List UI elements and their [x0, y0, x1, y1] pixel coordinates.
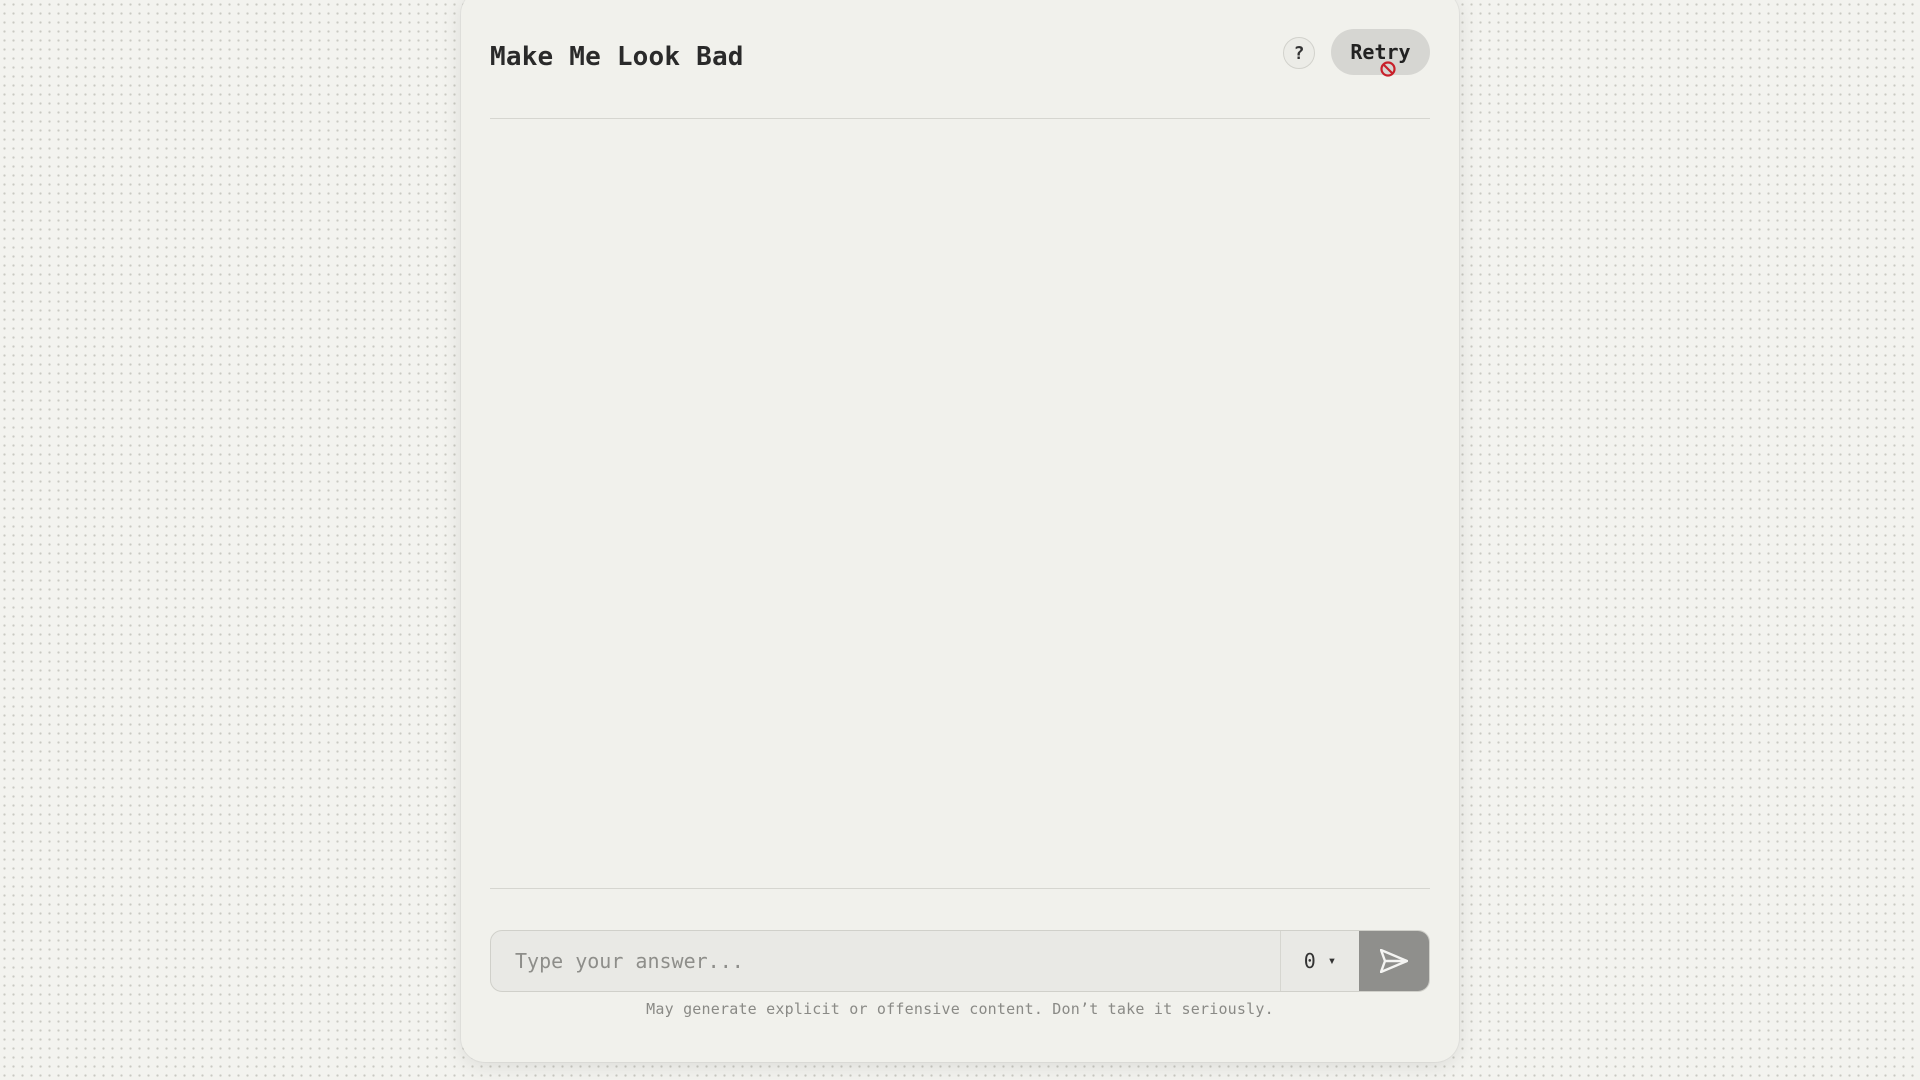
help-button[interactable]: ?: [1283, 37, 1315, 69]
send-arrow-icon: [1380, 949, 1408, 973]
disclaimer-text: May generate explicit or offensive conte…: [646, 1000, 1274, 1018]
send-button[interactable]: [1359, 931, 1429, 991]
chevron-down-icon: ▾: [1327, 953, 1337, 969]
game-card: Make Me Look Bad ? Retry 0 ▾ May generat…: [461, 0, 1459, 1062]
answer-composer: 0 ▾: [490, 930, 1430, 992]
message-area: [490, 120, 1430, 889]
count-dropdown[interactable]: 0 ▾: [1280, 931, 1359, 991]
page-title: Make Me Look Bad: [490, 42, 744, 72]
header: Make Me Look Bad ? Retry: [490, 0, 1430, 119]
retry-label: Retry: [1350, 40, 1411, 64]
help-label: ?: [1293, 42, 1305, 64]
count-value: 0: [1303, 949, 1316, 973]
answer-input[interactable]: [491, 931, 1280, 991]
retry-button[interactable]: Retry: [1331, 29, 1430, 75]
